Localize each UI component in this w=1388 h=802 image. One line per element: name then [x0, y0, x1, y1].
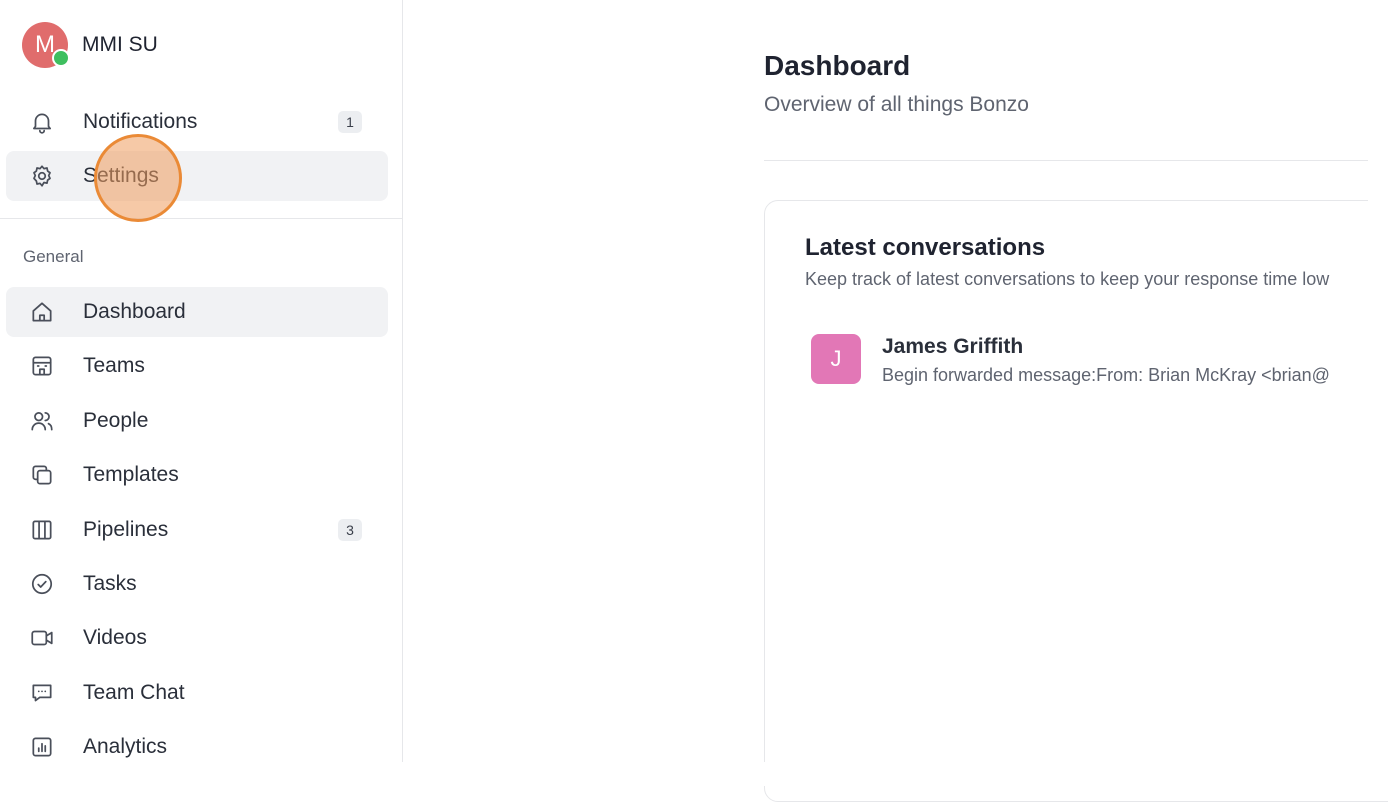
- sidebar-item-label: Tasks: [83, 572, 137, 595]
- chat-icon: [28, 679, 56, 707]
- sidebar-item-notifications[interactable]: Notifications 1: [6, 97, 388, 147]
- sidebar-item-label: Videos: [83, 626, 147, 649]
- check-circle-icon: [28, 570, 56, 598]
- users-icon: [28, 407, 56, 435]
- sidebar-item-templates[interactable]: Templates: [6, 450, 388, 500]
- viewport-edge: [1368, 0, 1388, 786]
- section-title-general: General: [23, 247, 84, 266]
- sidebar-item-teams[interactable]: Teams: [6, 341, 388, 391]
- conversation-avatar: J: [811, 334, 861, 384]
- header-divider: [764, 160, 1368, 161]
- chart-icon: [28, 733, 56, 761]
- video-icon: [28, 624, 56, 652]
- sidebar-item-label: Templates: [83, 463, 179, 486]
- avatar[interactable]: M: [22, 22, 70, 68]
- sidebar-item-people[interactable]: People: [6, 396, 388, 446]
- sidebar-item-videos[interactable]: Videos: [6, 613, 388, 663]
- sidebar: M MMI SU Notifications 1 Settings Genera…: [0, 0, 403, 762]
- viewport-bottom-edge: [0, 762, 1388, 786]
- conversation-item[interactable]: J James Griffith Begin forwarded message…: [811, 334, 1330, 386]
- sidebar-item-settings[interactable]: Settings: [6, 151, 388, 201]
- columns-icon: [28, 516, 56, 544]
- sidebar-item-team-chat[interactable]: Team Chat: [6, 668, 388, 718]
- sidebar-item-label: Team Chat: [83, 681, 185, 704]
- conversation-avatar-initial: J: [830, 346, 842, 371]
- sidebar-item-label: Pipelines: [83, 518, 169, 541]
- latest-conversations-card: Latest conversations Keep track of lates…: [764, 200, 1388, 802]
- notification-count-badge: 1: [338, 111, 362, 133]
- sidebar-item-label: Notifications: [83, 110, 198, 133]
- building-icon: [28, 352, 56, 380]
- card-title: Latest conversations: [805, 234, 1046, 261]
- page-title: Dashboard: [764, 50, 911, 81]
- home-icon: [28, 298, 56, 326]
- gear-icon: [28, 162, 56, 190]
- user-profile[interactable]: M MMI SU: [22, 22, 158, 68]
- sidebar-item-pipelines[interactable]: Pipelines 3: [6, 505, 388, 555]
- pipelines-count-badge: 3: [338, 519, 362, 541]
- conversation-text: James Griffith Begin forwarded message:F…: [882, 335, 1330, 386]
- bell-icon: [28, 108, 56, 136]
- online-status-dot: [52, 49, 70, 67]
- page-subtitle: Overview of all things Bonzo: [764, 93, 1029, 116]
- sidebar-item-label: People: [83, 409, 149, 432]
- conversation-preview: Begin forwarded message:From: Brian McKr…: [882, 365, 1330, 385]
- card-subtitle: Keep track of latest conversations to ke…: [805, 269, 1330, 289]
- sidebar-item-tasks[interactable]: Tasks: [6, 559, 388, 609]
- sidebar-item-dashboard[interactable]: Dashboard: [6, 287, 388, 337]
- sidebar-divider: [0, 218, 402, 219]
- sidebar-item-label: Dashboard: [83, 300, 186, 323]
- copy-icon: [28, 461, 56, 489]
- sidebar-item-label: Analytics: [83, 735, 168, 758]
- conversation-contact-name: James Griffith: [882, 335, 1024, 358]
- sidebar-item-label: Teams: [83, 354, 145, 377]
- page-header: Dashboard Overview of all things Bonzo: [764, 50, 1029, 117]
- sidebar-item-label: Settings: [83, 164, 159, 187]
- user-name: MMI SU: [82, 33, 158, 56]
